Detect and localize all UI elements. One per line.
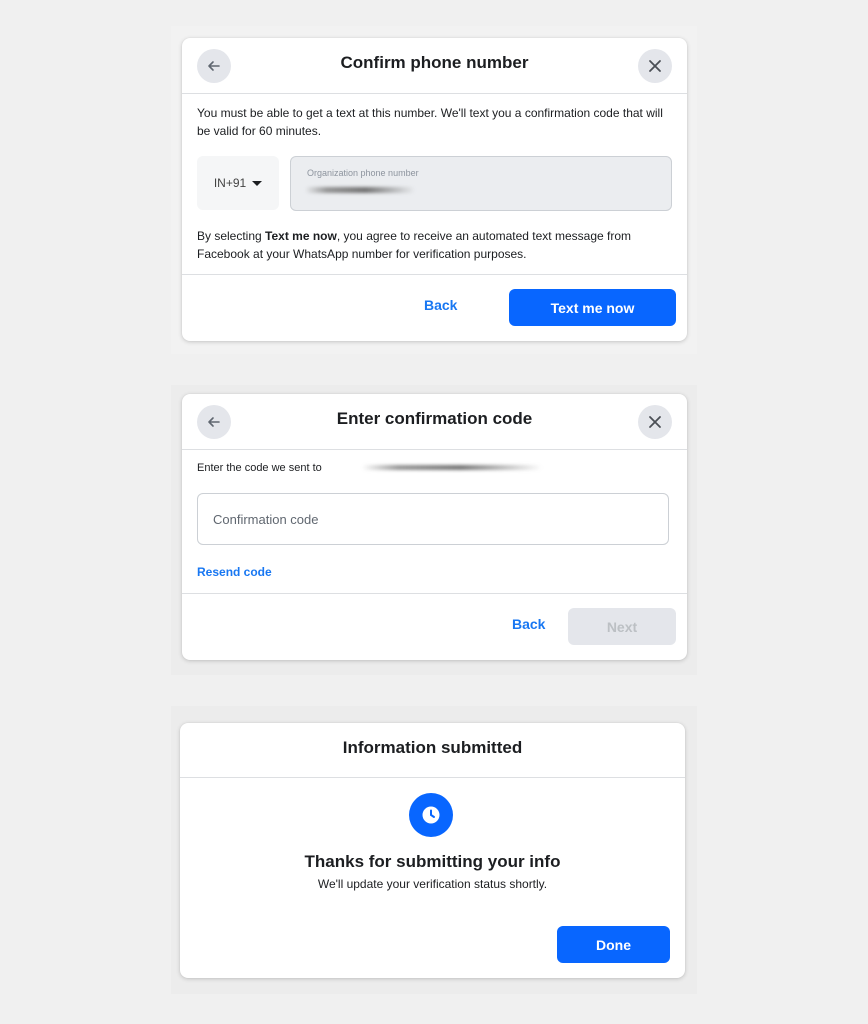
information-submitted-panel: Information submitted Thanks for submitt… — [171, 706, 697, 994]
back-button[interactable]: Back — [512, 616, 545, 632]
dialog-footer: Back Next — [182, 593, 687, 660]
consent-text: By selecting Text me now, you agree to r… — [197, 227, 672, 263]
information-submitted-dialog: Information submitted Thanks for submitt… — [180, 723, 685, 978]
thanks-heading: Thanks for submitting your info — [304, 852, 561, 871]
done-button[interactable]: Done — [557, 926, 670, 963]
consent-prefix: By selecting — [197, 229, 266, 243]
back-button[interactable]: Back — [424, 297, 457, 313]
resend-code-link[interactable]: Resend code — [197, 565, 272, 579]
status-message: We'll update your verification status sh… — [317, 877, 548, 891]
dialog-title: Enter confirmation code — [336, 409, 533, 428]
close-icon — [649, 416, 661, 428]
dialog-footer: Back Text me now — [182, 274, 687, 341]
sent-to-text: Enter the code we sent to — [197, 462, 322, 474]
close-button[interactable] — [638, 49, 672, 83]
redacted-phone-number — [362, 465, 542, 470]
confirmation-code-panel: Enter confirmation code Enter the code w… — [171, 385, 697, 675]
country-code-value: IN+91 — [213, 176, 247, 190]
confirmation-code-input[interactable] — [197, 493, 669, 545]
close-button[interactable] — [638, 405, 672, 439]
confirm-phone-panel: Confirm phone number You must be able to… — [171, 26, 697, 354]
confirm-phone-dialog: Confirm phone number You must be able to… — [182, 38, 687, 341]
caret-down-icon — [252, 180, 263, 186]
phone-field-label: Organization phone number — [307, 168, 419, 178]
next-button[interactable]: Next — [568, 608, 676, 645]
confirmation-code-dialog: Enter confirmation code Enter the code w… — [182, 394, 687, 660]
dialog-header: Information submitted — [180, 723, 685, 778]
country-code-select[interactable]: IN+91 — [197, 156, 279, 210]
consent-bold: Text me now — [265, 229, 337, 243]
confirm-description: You must be able to get a text at this n… — [197, 106, 663, 138]
dialog-header: Confirm phone number — [182, 38, 687, 94]
text-me-now-button[interactable]: Text me now — [509, 289, 676, 326]
dialog-title: Confirm phone number — [340, 53, 529, 72]
phone-number-field[interactable]: Organization phone number — [290, 156, 672, 211]
dialog-header: Enter confirmation code — [182, 394, 687, 450]
redacted-phone-number — [305, 187, 415, 193]
dialog-title: Information submitted — [342, 738, 523, 757]
clock-icon — [409, 793, 453, 837]
close-icon — [649, 60, 661, 72]
